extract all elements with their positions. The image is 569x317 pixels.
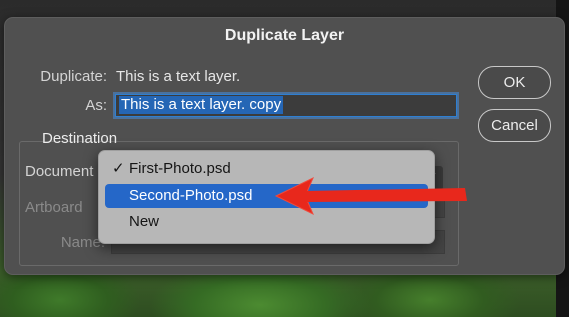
dialog-title: Duplicate Layer	[224, 27, 345, 44]
name-label: Name:	[60, 234, 105, 251]
menu-item-new[interactable]: New	[105, 210, 428, 234]
destination-title: Destination	[42, 130, 118, 147]
artboard-label: Artboard	[25, 199, 83, 216]
document-label: Document	[25, 163, 94, 180]
document-dropdown-menu: ✓ First-Photo.psd Second-Photo.psd New	[98, 150, 435, 244]
as-label: As:	[85, 97, 107, 114]
checkmark-icon: ✓	[112, 160, 125, 177]
menu-item-second-photo[interactable]: Second-Photo.psd	[105, 184, 428, 208]
menu-item-label: New	[129, 213, 160, 230]
menu-item-label: First-Photo.psd	[129, 160, 231, 177]
duplicate-label: Duplicate:	[40, 68, 107, 85]
cancel-button[interactable]: Cancel	[478, 109, 551, 142]
menu-item-first-photo[interactable]: ✓ First-Photo.psd	[105, 157, 428, 181]
menu-item-label: Second-Photo.psd	[129, 187, 253, 204]
ok-button[interactable]: OK	[478, 66, 551, 99]
as-input-field[interactable]: This is a text layer. copy	[115, 94, 457, 117]
duplicate-value: This is a text layer.	[116, 68, 241, 85]
as-input-selected-text: This is a text layer. copy	[119, 96, 284, 114]
